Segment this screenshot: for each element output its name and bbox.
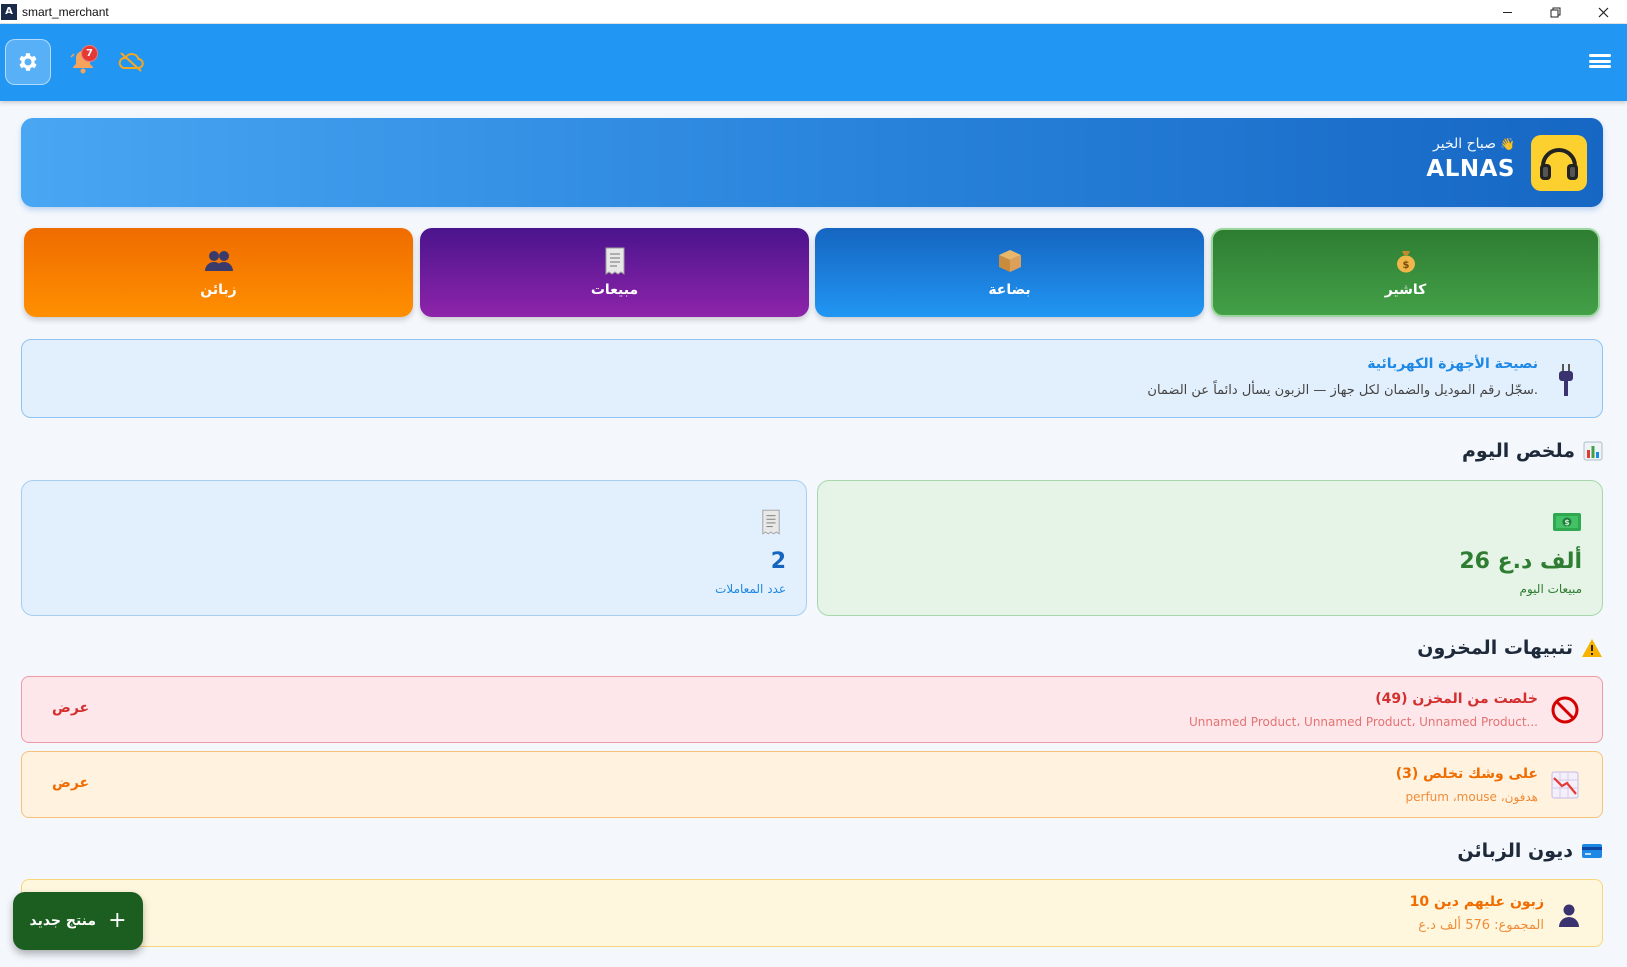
- headphones-icon: [1540, 148, 1578, 180]
- minimize-icon[interactable]: [1483, 0, 1531, 24]
- sales-button[interactable]: مبيعات: [420, 228, 809, 317]
- chart-decreasing-icon: [1551, 771, 1579, 799]
- out-of-stock-view-link[interactable]: عرض: [52, 700, 89, 716]
- new-product-button[interactable]: منتج جديد +: [13, 892, 143, 950]
- tip-body: سجّل رقم الموديل والضمان لكل جهاز — الزب…: [1147, 383, 1538, 398]
- credit-card-icon: [1582, 844, 1602, 858]
- gear-icon: [19, 53, 37, 71]
- notifications-button[interactable]: 7: [70, 45, 98, 76]
- person-icon: [1559, 904, 1579, 927]
- sales-label: مبيعات: [590, 281, 639, 298]
- bar-chart-icon: [1583, 441, 1603, 461]
- low-stock-title: على وشك تخلص (3): [1395, 766, 1538, 782]
- today-sales-label: مبيعات اليوم: [1519, 582, 1582, 596]
- menu-icon[interactable]: [1589, 51, 1611, 71]
- stock-alerts-header: تنبيهات المخزون: [1417, 637, 1603, 659]
- today-summary-header: ملخص اليوم: [1462, 440, 1603, 462]
- today-summary-title: ملخص اليوم: [1462, 440, 1575, 462]
- new-product-label: منتج جديد: [29, 913, 97, 929]
- out-of-stock-alert[interactable]: خلصت من المخزن (49) Unnamed Product، Unn…: [21, 676, 1603, 743]
- customer-debts-title: ديون الزبائن: [1457, 840, 1573, 862]
- window-titlebar: A smart_merchant: [0, 0, 1627, 24]
- cash-icon: $: [1552, 507, 1582, 537]
- transactions-count: 2: [770, 549, 786, 574]
- out-of-stock-items: Unnamed Product، Unnamed Product، Unname…: [1188, 715, 1538, 729]
- svg-text:$: $: [1402, 260, 1409, 271]
- package-icon: [997, 248, 1023, 274]
- money-bag-icon: $: [1394, 248, 1418, 274]
- tip-box: نصيحة الأجهزة الكهربائية سجّل رقم المودي…: [21, 339, 1603, 418]
- goods-label: بضاعة: [988, 281, 1031, 298]
- greeting-hello-text: صباح الخير: [1433, 136, 1497, 152]
- prohibited-icon: [1551, 696, 1579, 724]
- receipt-icon: [604, 247, 626, 275]
- greeting-hello: صباح الخير 👋: [1426, 136, 1515, 152]
- transactions-label: عدد المعاملات: [715, 582, 786, 596]
- debts-total: المجموع: 576 ألف د.ع: [1418, 918, 1544, 933]
- store-avatar[interactable]: [1531, 135, 1587, 191]
- app-bar: 7: [0, 24, 1627, 101]
- close-icon[interactable]: [1579, 0, 1627, 24]
- app-logo-icon: A: [1, 3, 17, 20]
- stock-alerts-title: تنبيهات المخزون: [1417, 637, 1573, 659]
- store-name: ALNAS: [1426, 156, 1515, 182]
- customers-button[interactable]: زبائن: [24, 228, 413, 317]
- notification-badge: 7: [81, 45, 98, 62]
- customer-debts-header: ديون الزبائن: [1457, 840, 1603, 862]
- today-sales-card[interactable]: $ 26 ألف د.ع مبيعات اليوم: [817, 480, 1603, 616]
- settings-button[interactable]: [5, 39, 51, 85]
- cloud-off-icon: [118, 52, 144, 72]
- plug-icon: [1559, 364, 1573, 396]
- transactions-card[interactable]: 2 عدد المعاملات: [21, 480, 807, 616]
- customers-label: زبائن: [200, 281, 237, 298]
- cashier-label: كاشير: [1384, 281, 1427, 298]
- greeting-banner: صباح الخير 👋 ALNAS: [21, 118, 1603, 207]
- window-title: smart_merchant: [22, 4, 109, 19]
- sync-status-button[interactable]: [117, 49, 145, 75]
- waving-hand-icon: 👋: [1500, 137, 1515, 151]
- restore-icon[interactable]: [1531, 0, 1579, 24]
- low-stock-alert[interactable]: على وشك تخلص (3) perfum ،mouse ،هدفون عر…: [21, 751, 1603, 818]
- receipt-icon: [756, 507, 786, 537]
- low-stock-items: perfum ،mouse ،هدفون: [1405, 790, 1538, 804]
- quick-actions: $ كاشير بضاعة مبيعات زبائن: [24, 228, 1600, 318]
- cashier-button[interactable]: $ كاشير: [1211, 228, 1600, 317]
- warning-icon: [1582, 639, 1602, 657]
- out-of-stock-title: خلصت من المخزن (49): [1375, 691, 1538, 707]
- svg-text:$: $: [1564, 518, 1570, 527]
- low-stock-view-link[interactable]: عرض: [52, 775, 89, 791]
- plus-icon: +: [108, 908, 127, 933]
- goods-button[interactable]: بضاعة: [815, 228, 1204, 317]
- greeting-text: صباح الخير 👋 ALNAS: [1426, 136, 1515, 182]
- tip-title: نصيحة الأجهزة الكهربائية: [1367, 356, 1538, 372]
- today-sales-value: 26 ألف د.ع: [1459, 549, 1582, 574]
- debtors-count: 10 زبون عليهم دين: [1409, 894, 1544, 910]
- window-controls: [1483, 0, 1627, 24]
- people-icon: [204, 248, 234, 274]
- customer-debts-card[interactable]: 10 زبون عليهم دين المجموع: 576 ألف د.ع: [21, 879, 1603, 947]
